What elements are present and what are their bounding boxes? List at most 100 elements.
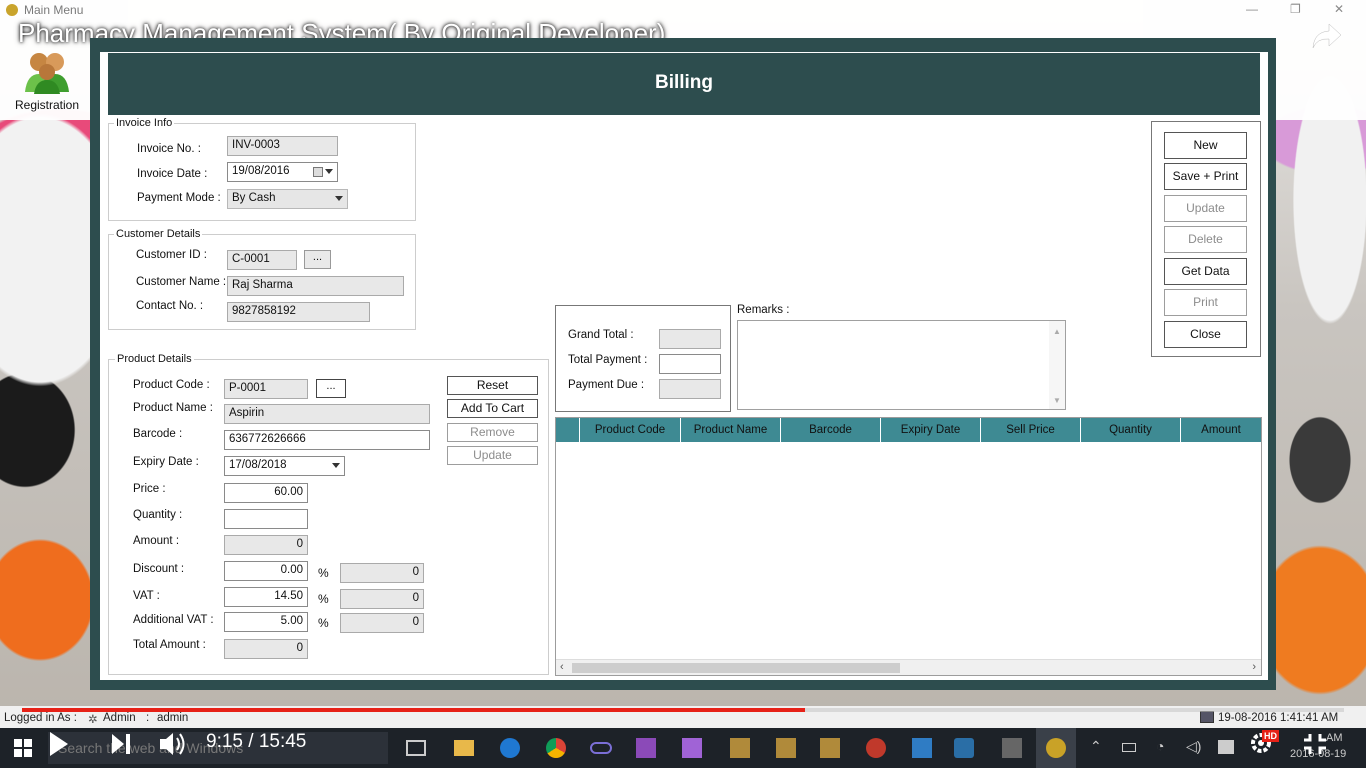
additional-vat-field[interactable]: 5.00 xyxy=(224,612,308,632)
column-header[interactable]: Sell Price xyxy=(981,418,1081,442)
column-header[interactable]: Quantity xyxy=(1081,418,1181,442)
volume-icon[interactable] xyxy=(158,730,188,763)
expiry-date-picker[interactable]: 17/08/2018 xyxy=(224,456,345,476)
reset-button[interactable]: Reset xyxy=(447,376,538,395)
exit-fullscreen-icon[interactable] xyxy=(1302,732,1328,761)
update-button[interactable]: Update xyxy=(1164,195,1247,222)
calendar-icon[interactable] xyxy=(313,167,323,177)
contact-no-label: Contact No. : xyxy=(136,300,204,312)
delete-button[interactable]: Delete xyxy=(1164,226,1247,253)
status-separator: : xyxy=(146,712,150,724)
column-header[interactable]: Barcode xyxy=(781,418,881,442)
chevron-down-icon: ▼ xyxy=(1053,396,1061,405)
close-button[interactable]: Close xyxy=(1164,321,1247,348)
vat-label: VAT : xyxy=(133,590,160,602)
chevron-down-icon xyxy=(332,463,340,468)
play-icon[interactable] xyxy=(48,730,70,763)
vat-field[interactable]: 14.50 xyxy=(224,587,308,607)
chevron-down-icon xyxy=(325,169,333,174)
price-field[interactable]: 60.00 xyxy=(224,483,308,503)
product-browse-button[interactable]: ... xyxy=(316,379,346,398)
grand-total-field[interactable] xyxy=(659,329,721,349)
barcode-label: Barcode : xyxy=(133,428,183,440)
row-header-cell xyxy=(556,418,580,442)
add-to-cart-button[interactable]: Add To Cart xyxy=(447,399,538,418)
contact-no-field[interactable]: 9827858192 xyxy=(227,302,370,322)
restore-button[interactable]: ❐ xyxy=(1290,2,1301,16)
total-amount-field[interactable]: 0 xyxy=(224,639,308,659)
next-icon[interactable] xyxy=(110,732,132,761)
customer-details-title: Customer Details xyxy=(114,228,203,240)
user-name: admin xyxy=(157,712,189,724)
product-code-label: Product Code : xyxy=(133,379,210,391)
window-title: Main Menu xyxy=(6,3,83,17)
user-icon: ✲ xyxy=(88,714,98,726)
share-icon[interactable] xyxy=(1311,22,1343,50)
vat-percent-sign: % xyxy=(318,592,329,606)
users-icon xyxy=(22,50,72,94)
customer-id-label: Customer ID : xyxy=(136,249,207,261)
quantity-label: Quantity : xyxy=(133,509,183,521)
payment-mode-value: By Cash xyxy=(232,192,276,204)
cart-grid[interactable]: Product Code Product Name Barcode Expiry… xyxy=(555,417,1262,676)
invoice-no-field[interactable]: INV-0003 xyxy=(227,136,338,156)
column-header[interactable]: Amount xyxy=(1181,418,1261,442)
get-data-button[interactable]: Get Data xyxy=(1164,258,1247,285)
customer-id-field[interactable]: C-0001 xyxy=(227,250,297,270)
amount-field[interactable]: 0 xyxy=(224,535,308,555)
invoice-no-label: Invoice No. : xyxy=(137,143,201,155)
remarks-textarea[interactable]: ▲ ▼ xyxy=(737,320,1066,410)
new-button[interactable]: New xyxy=(1164,132,1247,159)
video-controls: 9:15 / 15:45 HD xyxy=(0,726,1366,768)
chevron-right-icon[interactable]: › xyxy=(1252,661,1256,673)
registration-button[interactable]: Registration xyxy=(10,50,84,118)
update-item-button[interactable]: Update xyxy=(447,446,538,465)
discount-amount-field[interactable]: 0 xyxy=(340,563,424,583)
payment-due-field[interactable] xyxy=(659,379,721,399)
price-label: Price : xyxy=(133,483,166,495)
grand-total-label: Grand Total : xyxy=(568,329,634,341)
billing-title: Billing xyxy=(108,53,1260,115)
total-payment-field[interactable] xyxy=(659,354,721,374)
expiry-date-value: 17/08/2018 xyxy=(229,459,287,471)
invoice-date-label: Invoice Date : xyxy=(137,168,208,180)
remarks-scrollbar[interactable]: ▲ ▼ xyxy=(1049,321,1065,409)
video-progress-fill xyxy=(22,708,805,712)
product-name-field[interactable]: Aspirin xyxy=(224,404,430,424)
print-button[interactable]: Print xyxy=(1164,289,1247,316)
product-code-field[interactable]: P-0001 xyxy=(224,379,308,399)
close-window-button[interactable]: ✕ xyxy=(1334,2,1344,16)
total-amount-label: Total Amount : xyxy=(133,639,206,651)
customer-name-label: Customer Name : xyxy=(136,276,227,288)
customer-name-field[interactable]: Raj Sharma xyxy=(227,276,404,296)
additional-vat-percent-sign: % xyxy=(318,616,329,630)
remarks-label: Remarks : xyxy=(737,304,790,316)
customer-browse-button[interactable]: ... xyxy=(304,250,331,269)
additional-vat-label: Additional VAT : xyxy=(133,614,214,626)
remove-button[interactable]: Remove xyxy=(447,423,538,442)
discount-label: Discount : xyxy=(133,563,185,575)
chevron-left-icon[interactable]: ‹ xyxy=(560,661,564,673)
additional-vat-amount-field[interactable]: 0 xyxy=(340,613,424,633)
vat-amount-field[interactable]: 0 xyxy=(340,589,424,609)
total-payment-label: Total Payment : xyxy=(568,354,648,366)
discount-field[interactable]: 0.00 xyxy=(224,561,308,581)
expiry-date-label: Expiry Date : xyxy=(133,456,199,468)
barcode-field[interactable]: 636772626666 xyxy=(224,430,430,450)
discount-percent-sign: % xyxy=(318,566,329,580)
video-time: 9:15 / 15:45 xyxy=(206,731,307,752)
quantity-field[interactable] xyxy=(224,509,308,529)
column-header[interactable]: Expiry Date xyxy=(881,418,981,442)
column-header[interactable]: Product Code xyxy=(580,418,681,442)
save-print-button[interactable]: Save + Print xyxy=(1164,163,1247,190)
hd-badge: HD xyxy=(1262,730,1279,742)
amount-label: Amount : xyxy=(133,535,180,547)
invoice-date-picker[interactable]: 19/08/2016 xyxy=(227,162,338,182)
minimize-button[interactable]: — xyxy=(1246,2,1258,16)
scrollbar-thumb[interactable] xyxy=(572,663,900,673)
column-header[interactable]: Product Name xyxy=(681,418,781,442)
product-details-title: Product Details xyxy=(115,353,194,365)
payment-mode-select[interactable]: By Cash xyxy=(227,189,348,209)
cart-grid-hscrollbar[interactable]: ‹ › xyxy=(556,659,1261,675)
app-icon xyxy=(6,4,18,16)
